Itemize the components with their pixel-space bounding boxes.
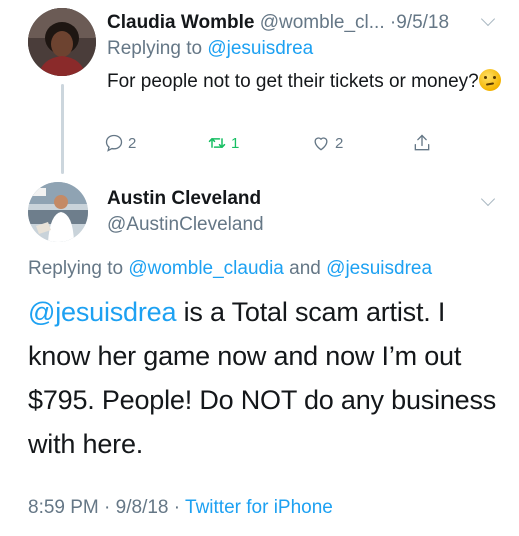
parent-handle[interactable]: @womble_cl...	[260, 12, 385, 33]
parent-display-name[interactable]: Claudia Womble	[107, 12, 254, 33]
thinking-face-icon	[478, 69, 501, 91]
tweet-source-link[interactable]: Twitter for iPhone	[185, 497, 333, 518]
avatar[interactable]	[28, 8, 96, 76]
author-handle[interactable]: @AustinCleveland	[107, 214, 264, 236]
share-action[interactable]	[412, 130, 432, 156]
reply-mention-link[interactable]: @jesuisdrea	[207, 38, 313, 59]
share-icon	[414, 134, 430, 151]
replying-prefix: Replying to	[28, 258, 124, 279]
main-tweet-text: @jesuisdrea is a Total scam artist. I kn…	[28, 290, 508, 466]
reply-mention-link[interactable]: @womble_claudia	[128, 258, 284, 279]
tweet-date[interactable]: 9/8/18	[116, 497, 169, 518]
replying-and: and	[289, 258, 321, 279]
main-replying-line: Replying to @womble_claudia and @jesuisd…	[28, 258, 432, 280]
separator-dot: ·	[173, 497, 181, 518]
parent-date[interactable]: 9/5/18	[396, 12, 449, 33]
reply-mention-link[interactable]: @jesuisdrea	[326, 258, 432, 279]
retweet-icon	[208, 138, 226, 148]
retweet-action[interactable]: 1	[207, 130, 239, 156]
parent-tweet-text: For people not to get their tickets or m…	[107, 68, 502, 95]
like-action[interactable]: 2	[311, 130, 343, 156]
chevron-down-icon[interactable]	[480, 191, 496, 207]
chevron-down-icon[interactable]	[480, 11, 496, 27]
reply-icon	[105, 134, 123, 152]
avatar[interactable]	[28, 182, 88, 242]
heart-icon	[314, 137, 328, 151]
reply-action[interactable]: 2	[104, 130, 136, 156]
parent-tweet-header: Claudia Womble @womble_cl... ·9/5/18	[107, 12, 449, 34]
avatar-photo	[28, 182, 88, 242]
thread-line	[61, 84, 64, 174]
avatar-photo	[28, 8, 96, 76]
separator-dot: ·	[104, 497, 111, 518]
mention-link[interactable]: @jesuisdrea	[28, 297, 176, 327]
parent-text: For people not to get their tickets or m…	[107, 71, 479, 92]
replying-prefix: Replying to	[107, 38, 203, 59]
retweet-count: 1	[231, 134, 240, 152]
tweet-meta: 8:59 PM · 9/8/18 · Twitter for iPhone	[28, 497, 333, 519]
like-count: 2	[335, 134, 344, 152]
parent-replying-line: Replying to @jesuisdrea	[107, 38, 313, 60]
tweet-time[interactable]: 8:59 PM	[28, 497, 99, 518]
author-display-name[interactable]: Austin Cleveland	[107, 188, 261, 210]
reply-count: 2	[128, 134, 137, 152]
